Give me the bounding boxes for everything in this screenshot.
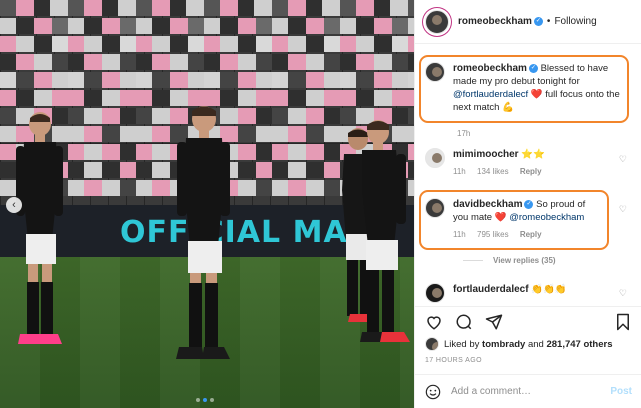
caption-time: 17h xyxy=(457,129,471,138)
like-comment-icon[interactable]: ♡ xyxy=(619,204,627,215)
liked-by-count[interactable]: 281,747 others xyxy=(546,339,612,350)
verified-badge-icon: ✓ xyxy=(524,199,534,209)
avatar[interactable] xyxy=(425,148,445,168)
share-icon[interactable] xyxy=(485,313,503,331)
comment-icon[interactable] xyxy=(455,313,473,331)
post-header: romeobeckham ✓ • Following xyxy=(415,0,641,44)
verified-badge-icon: ✓ xyxy=(533,17,543,26)
caption-username[interactable]: romeobeckham xyxy=(453,63,527,74)
comment-time: 11h xyxy=(453,167,466,176)
separator-dot: • xyxy=(546,16,551,27)
flex-emoji: 💪 xyxy=(502,102,514,113)
avatar[interactable] xyxy=(425,62,445,82)
avatar[interactable] xyxy=(425,198,445,218)
player-figure xyxy=(174,105,232,365)
reply-button[interactable]: Reply xyxy=(520,167,542,176)
avatar[interactable] xyxy=(425,337,439,351)
header-username[interactable]: romeobeckham xyxy=(458,16,532,27)
comment-item: davidbeckham ✓ So proud of you mate ❤️ @r… xyxy=(425,198,600,241)
carousel-indicator xyxy=(196,398,214,402)
comment-likes[interactable]: 134 likes xyxy=(477,167,509,176)
heart-icon[interactable] xyxy=(425,313,443,331)
post-button[interactable]: Post xyxy=(610,386,632,397)
following-button[interactable]: Following xyxy=(554,16,596,27)
view-replies-button[interactable]: View replies (35) xyxy=(463,256,556,265)
post-side-panel: romeobeckham ✓ • Following romeobeckham ✓… xyxy=(414,0,641,408)
verified-badge-icon: ✓ xyxy=(528,63,538,73)
comment-item: fortlauderdalecf 👏👏👏 xyxy=(425,283,567,303)
liked-by-user[interactable]: tombrady xyxy=(482,339,525,350)
post-action-bar xyxy=(415,306,641,336)
mention-link[interactable]: @fortlauderdalecf xyxy=(453,89,528,100)
comment-likes[interactable]: 795 likes xyxy=(477,230,509,239)
comment-username[interactable]: davidbeckham xyxy=(453,199,522,210)
banner-text: OFFICIAL MA xyxy=(120,215,348,250)
like-comment-icon[interactable]: ♡ xyxy=(619,154,627,165)
comment-text: 👏👏👏 xyxy=(531,284,567,295)
heart-emoji: ❤️ xyxy=(494,212,507,223)
bookmark-icon[interactable] xyxy=(614,313,632,331)
carousel-dot xyxy=(210,398,214,402)
reply-button[interactable]: Reply xyxy=(520,230,542,239)
comment-time: 11h xyxy=(453,230,466,239)
liked-by: Liked by tombrady and 281,747 others xyxy=(425,337,612,351)
avatar[interactable] xyxy=(425,283,445,303)
like-comment-icon[interactable]: ♡ xyxy=(619,288,627,299)
heart-emoji: ❤️ xyxy=(530,89,543,100)
comment-username[interactable]: mimimoocher xyxy=(453,149,519,160)
caption: romeobeckham ✓ Blessed to have made my pr… xyxy=(425,62,620,114)
comment-input[interactable] xyxy=(451,386,611,397)
player-figure xyxy=(12,112,64,347)
post-photo[interactable]: OFFICIAL MA ‹ xyxy=(0,0,414,408)
comment-text: ⭐⭐ xyxy=(521,149,545,160)
post-timestamp: 17 HOURS AGO xyxy=(425,357,482,364)
comment-username[interactable]: fortlauderdalecf xyxy=(453,284,529,295)
player-figure xyxy=(356,120,412,345)
add-comment-bar: Post xyxy=(415,374,641,408)
carousel-dot xyxy=(203,398,207,402)
mention-link[interactable]: @romeobeckham xyxy=(509,212,584,223)
carousel-prev-button[interactable]: ‹ xyxy=(6,197,22,213)
emoji-icon[interactable] xyxy=(425,384,441,400)
comment-item: mimimoocher ⭐⭐ 11h 134 likes Reply xyxy=(425,148,551,178)
chevron-left-icon: ‹ xyxy=(12,199,16,211)
avatar[interactable] xyxy=(425,9,449,34)
carousel-dot xyxy=(196,398,200,402)
